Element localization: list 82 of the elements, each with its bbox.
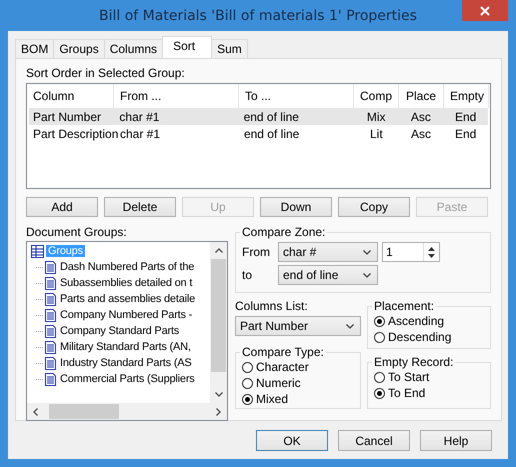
- radio-label[interactable]: Ascending: [388, 314, 444, 328]
- horizontal-scrollbar[interactable]: [27, 403, 227, 420]
- document-icon: [45, 356, 56, 370]
- group-label: Compare Zone:: [241, 225, 326, 239]
- table-row[interactable]: Part Description char #1 end of line Lit Asc End: [29, 125, 488, 142]
- field-label: Columns List:: [235, 299, 309, 313]
- table-cell-text: Part Number: [32, 110, 102, 124]
- document-icon: [45, 292, 56, 306]
- close-icon: [480, 6, 490, 16]
- radio-label[interactable]: To End: [388, 386, 426, 400]
- radio-button[interactable]: [242, 378, 253, 388]
- radio-label[interactable]: Numeric: [256, 376, 301, 390]
- document-icon: [45, 260, 56, 274]
- sort-order-list[interactable]: Column From ... To ... Comp Place Empty Part Number char #1 end of line Mix Asc End Part Description char #1 end of line Lit Asc End: [26, 83, 491, 189]
- dialog-button[interactable]: Help: [420, 430, 492, 451]
- scroll-down-icon: [214, 392, 222, 397]
- radio-label[interactable]: To Start: [388, 370, 430, 384]
- tab[interactable]: Groups: [53, 39, 105, 58]
- tab[interactable]: BOM: [15, 39, 54, 58]
- table-row[interactable]: Part Number char #1 end of line Mix Asc End: [29, 108, 488, 125]
- radio-label[interactable]: Character: [256, 360, 309, 374]
- table-cell-text: Part Description: [32, 126, 116, 140]
- document-icon: [45, 276, 56, 290]
- to-dropdown[interactable]: end of line: [278, 265, 378, 285]
- tab[interactable]: Sum: [211, 39, 248, 58]
- document-icon: [45, 372, 56, 386]
- table-icon: [31, 244, 44, 258]
- scroll-left-icon: [33, 408, 38, 416]
- number-spinner[interactable]: 1: [382, 242, 440, 262]
- document-icon: [45, 308, 56, 322]
- spin-down-icon: [428, 254, 435, 258]
- scroll-right-icon: [216, 408, 221, 416]
- radio-button[interactable]: [242, 362, 253, 372]
- table-cell-text: Mix: [366, 110, 386, 124]
- tree-item[interactable]: Subassemblies detailed on t: [58, 277, 194, 289]
- document-icon: [45, 324, 56, 338]
- tree-item[interactable]: Industry Standard Parts (AS: [58, 357, 194, 369]
- tree-item[interactable]: Company Numbered Parts -: [58, 309, 194, 321]
- document-icon: [45, 340, 56, 354]
- vertical-scrollbar[interactable]: [210, 242, 227, 403]
- section-label: Sort Order in Selected Group:: [26, 66, 186, 80]
- groups-tree[interactable]: [26, 241, 228, 421]
- table-cell-text: Asc: [410, 126, 432, 140]
- tree-item[interactable]: Military Standard Parts (AN,: [58, 341, 193, 353]
- from-dropdown[interactable]: char #: [278, 242, 378, 262]
- radio-button[interactable]: [374, 316, 385, 326]
- table-cell-text: End: [454, 126, 478, 140]
- group-label: Empty Record:: [373, 355, 454, 369]
- table-cell-text: end of line: [242, 110, 300, 124]
- radio-button[interactable]: [242, 394, 253, 404]
- section-label: Document Groups:: [26, 225, 128, 239]
- table-cell-text: char #1: [118, 110, 160, 124]
- group-label: Compare Type:: [241, 345, 325, 359]
- field-label: to: [242, 268, 254, 282]
- tree-item[interactable]: Parts and assemblies detaile: [58, 293, 198, 305]
- radio-button[interactable]: [374, 372, 385, 382]
- tree-item[interactable]: Dash Numbered Parts of the: [58, 261, 196, 273]
- dialog-button[interactable]: Cancel: [338, 430, 410, 451]
- close-button[interactable]: [462, 0, 508, 21]
- window-title: Bill of Materials 'Bill of materials 1' Properties: [99, 8, 417, 24]
- list-button[interactable]: Delete: [104, 197, 176, 217]
- spin-up-icon: [428, 246, 435, 250]
- tree-item[interactable]: Company Standard Parts: [58, 325, 182, 337]
- group-label: Placement:: [373, 299, 436, 313]
- field-label: From: [242, 245, 271, 259]
- list-button[interactable]: Add: [26, 197, 98, 217]
- table-cell-text: Lit: [368, 126, 384, 140]
- table-cell-text: End: [454, 110, 478, 124]
- radio-label[interactable]: Mixed: [256, 392, 288, 406]
- list-button[interactable]: Down: [260, 197, 332, 217]
- list-button[interactable]: Copy: [338, 197, 410, 217]
- scroll-up-icon: [214, 248, 222, 253]
- tab[interactable]: Sort: [162, 36, 212, 58]
- table-cell-text: char #1: [119, 126, 162, 140]
- table-cell-text: Asc: [410, 110, 432, 124]
- radio-button[interactable]: [374, 332, 385, 342]
- tree-item[interactable]: Commercial Parts (Suppliers: [58, 373, 197, 385]
- radio-label[interactable]: Descending: [388, 330, 452, 344]
- table-cell-text: end of line: [242, 126, 300, 140]
- dialog-button[interactable]: OK: [256, 430, 328, 451]
- columns-dropdown[interactable]: Part Number: [235, 316, 361, 336]
- radio-button[interactable]: [374, 388, 385, 398]
